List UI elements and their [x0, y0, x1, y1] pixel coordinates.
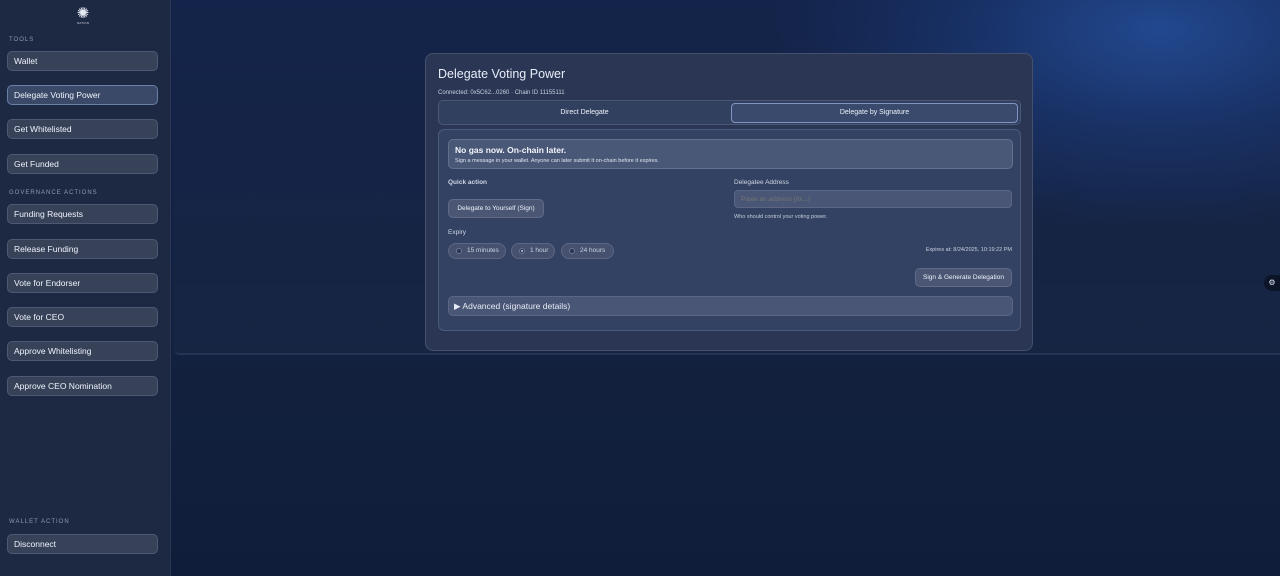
tab-delegate-by-signature[interactable]: Delegate by Signature: [731, 103, 1018, 123]
expiry-label: Expiry: [448, 229, 467, 236]
expiry-option-label: 15 minutes: [467, 247, 499, 254]
connection-status: Connected: 0x5C62...0260 · Chain ID 1115…: [438, 90, 565, 96]
delegate-card: Delegate Voting Power Connected: 0x5C62.…: [425, 53, 1033, 351]
sign-generate-delegation-button[interactable]: Sign & Generate Delegation: [915, 268, 1012, 287]
page-title: Delegate Voting Power: [438, 67, 566, 81]
expiry-option-15-minutes[interactable]: 15 minutes: [448, 243, 506, 259]
sidebar-item-funding-requests[interactable]: Funding Requests: [7, 204, 158, 224]
sidebar-item-delegate-voting-power[interactable]: Delegate Voting Power: [7, 85, 158, 105]
logo-text: NATION: [76, 21, 90, 25]
sidebar-item-release-funding[interactable]: Release Funding: [7, 239, 158, 259]
app-logo[interactable]: ✺ NATION: [72, 6, 94, 26]
radio-unchecked-icon: [569, 248, 575, 254]
advanced-signature-details-toggle[interactable]: ▶ Advanced (signature details): [448, 296, 1013, 316]
wallet-action-section-title: WALLET ACTION: [9, 519, 70, 525]
sidebar: ✺ NATION TOOLS Wallet Delegate Voting Po…: [0, 0, 171, 576]
tools-section-title: TOOLS: [9, 37, 35, 43]
floating-menu-icon[interactable]: ⚙︎: [1264, 275, 1280, 291]
disconnect-button[interactable]: Disconnect: [7, 534, 158, 554]
sidebar-item-approve-ceo-nomination[interactable]: Approve CEO Nomination: [7, 376, 158, 396]
tab-direct-delegate[interactable]: Direct Delegate: [441, 103, 728, 123]
delegate-tabs: Direct Delegate Delegate by Signature: [438, 100, 1021, 125]
sidebar-item-vote-for-endorser[interactable]: Vote for Endorser: [7, 273, 158, 293]
sidebar-item-approve-whitelisting[interactable]: Approve Whitelisting: [7, 341, 158, 361]
gear-logo-icon: ✺: [76, 5, 90, 22]
expiry-option-label: 1 hour: [530, 247, 549, 254]
governance-section-title: GOVERNANCE ACTIONS: [9, 190, 98, 196]
delegatee-address-label: Delegatee Address: [734, 179, 789, 186]
radio-checked-icon: [519, 248, 525, 254]
quick-action-label: Quick action: [448, 179, 488, 186]
sidebar-item-get-funded[interactable]: Get Funded: [7, 154, 158, 174]
delegatee-help-text: Who should control your voting power.: [734, 214, 828, 220]
sidebar-item-wallet[interactable]: Wallet: [7, 51, 158, 71]
expiry-option-label: 24 hours: [580, 247, 606, 254]
sidebar-item-vote-for-ceo[interactable]: Vote for CEO: [7, 307, 158, 327]
expiry-option-24-hours[interactable]: 24 hours: [561, 243, 614, 259]
signature-panel: No gas now. On-chain later. Sign a messa…: [438, 129, 1021, 331]
delegate-to-yourself-button[interactable]: Delegate to Yourself (Sign): [448, 199, 544, 218]
banner-subtitle: Sign a message in your wallet. Anyone ca…: [455, 158, 659, 164]
sidebar-item-get-whitelisted[interactable]: Get Whitelisted: [7, 119, 158, 139]
radio-unchecked-icon: [456, 248, 462, 254]
delegatee-address-input[interactable]: [734, 190, 1012, 208]
expiry-option-1-hour[interactable]: 1 hour: [511, 243, 555, 259]
banner-title: No gas now. On-chain later.: [455, 145, 567, 155]
expires-at-text: Expires at: 8/24/2025, 10:19:22 PM: [925, 247, 1012, 253]
info-banner: No gas now. On-chain later. Sign a messa…: [448, 139, 1013, 169]
